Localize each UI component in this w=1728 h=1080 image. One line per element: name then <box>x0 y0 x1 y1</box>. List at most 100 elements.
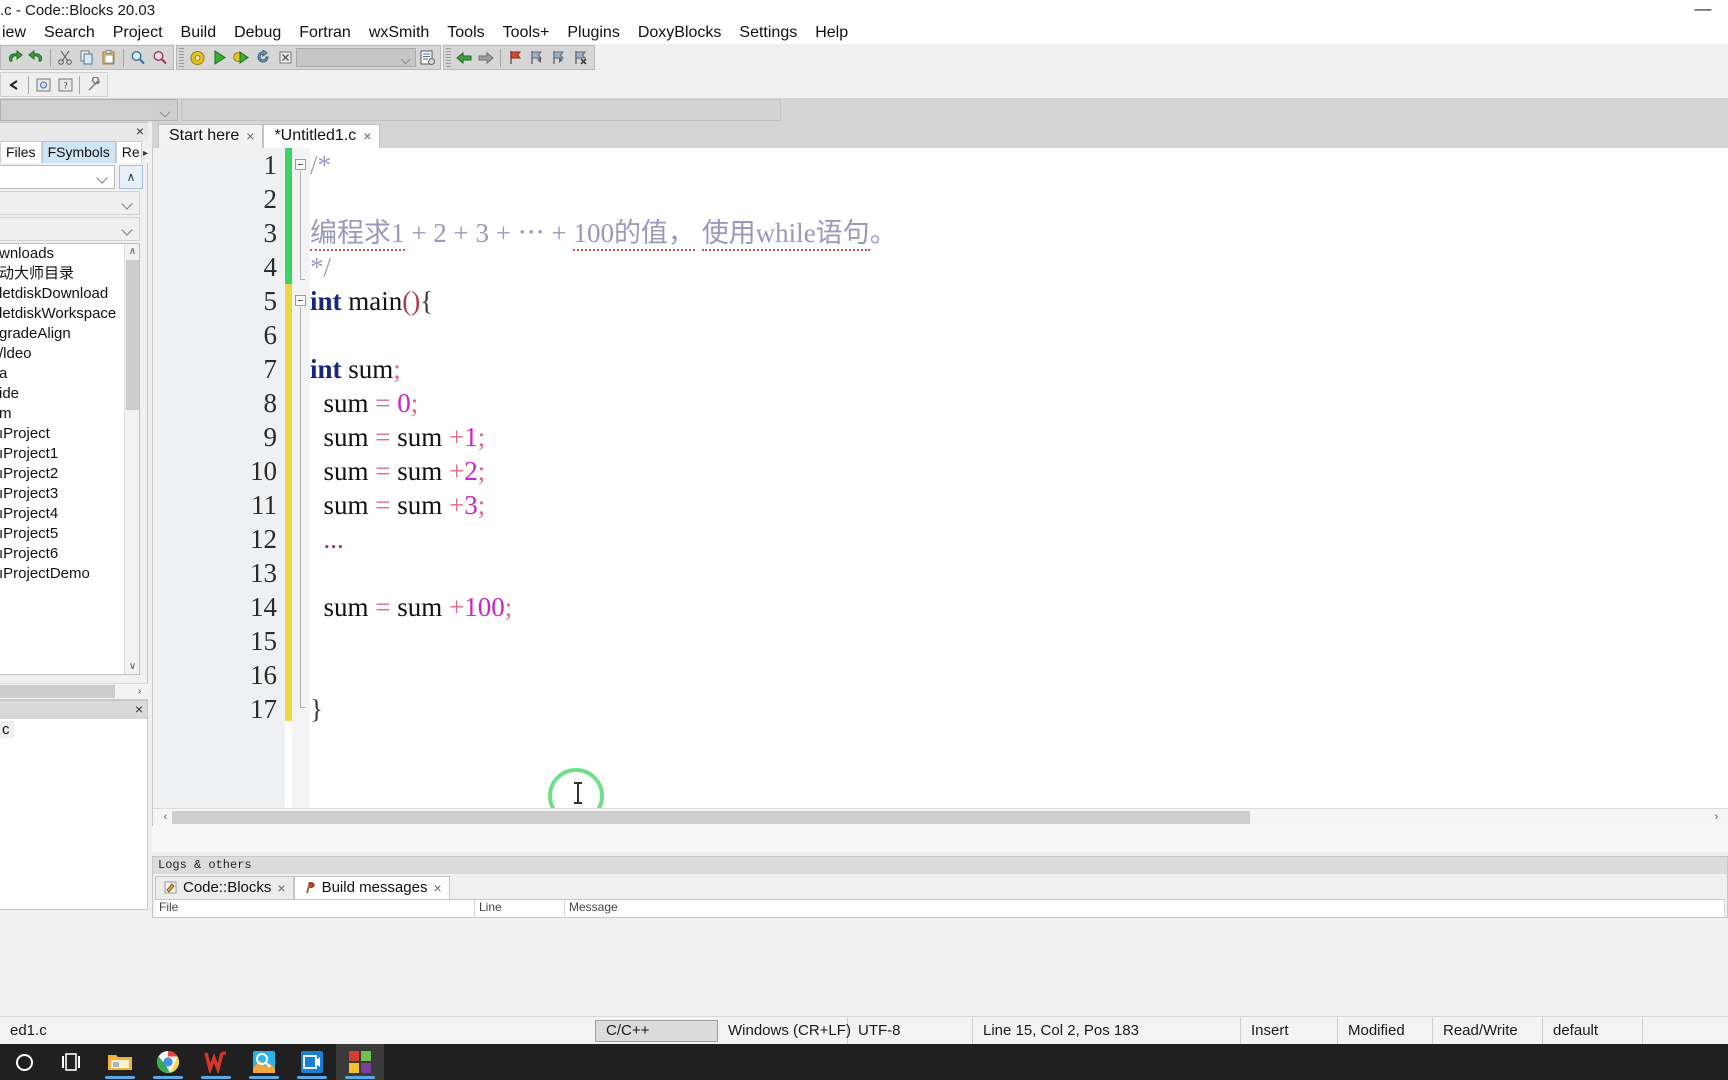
code-line[interactable]: int main(){ <box>310 284 1728 318</box>
scroll-down-icon[interactable]: ∨ <box>125 659 139 674</box>
column-header-line[interactable]: Line <box>475 900 565 918</box>
abort-icon[interactable] <box>274 47 296 68</box>
list-item[interactable]: wnloads <box>0 244 139 264</box>
symbols-view-combo[interactable] <box>0 217 140 241</box>
file-tree[interactable]: wnloads 动大师目录 letdiskDownload letdiskWor… <box>0 243 140 675</box>
list-item[interactable]: letdiskDownload <box>0 284 139 304</box>
close-icon[interactable]: × <box>433 880 441 896</box>
list-item[interactable]: c <box>0 721 14 738</box>
tab-scroll-icon[interactable]: ▸ <box>143 148 148 163</box>
tab-build-messages[interactable]: Build messages × <box>293 876 450 899</box>
fold-margin[interactable] <box>292 148 310 826</box>
back-icon[interactable] <box>453 47 475 68</box>
file-tree-horizontal-scrollbar[interactable]: › <box>0 683 148 699</box>
build-messages-grid[interactable]: File Line Message <box>155 899 1725 918</box>
code-line[interactable]: sum = sum +1; <box>310 420 1728 454</box>
file-tree-vertical-scrollbar[interactable]: ∧ ∨ <box>124 244 139 674</box>
menu-item-doxyblocks[interactable]: DoxyBlocks <box>629 22 731 44</box>
run-icon[interactable] <box>208 47 230 68</box>
code-line[interactable]: sum = sum +3; <box>310 488 1728 522</box>
fold-toggle-line-1[interactable] <box>295 159 306 170</box>
paste-icon[interactable] <box>98 47 120 68</box>
menu-item-fortran[interactable]: Fortran <box>290 22 360 44</box>
code-line[interactable]: 编程求1 + 2 + 3 + ⋯ + 100的值， 使用while语句。 <box>310 216 1728 251</box>
list-item[interactable]: ıProject3 <box>0 484 139 504</box>
menu-item-debug[interactable]: Debug <box>225 22 290 44</box>
function-combo[interactable] <box>181 99 781 121</box>
menu-item-view[interactable]: iew <box>0 22 35 44</box>
tab-codeblocks-log[interactable]: Code::Blocks × <box>155 876 294 899</box>
previous-bookmark-icon[interactable] <box>526 47 548 68</box>
list-item[interactable]: /ldeo <box>0 344 139 364</box>
list-item[interactable]: ıProjectDemo <box>0 564 139 584</box>
toolbar-grip[interactable] <box>446 48 451 67</box>
list-item[interactable]: ıProject1 <box>0 444 139 464</box>
code-line[interactable]: sum = sum +100; <box>310 590 1728 624</box>
scroll-right-icon[interactable]: › <box>132 684 147 699</box>
menu-item-project[interactable]: Project <box>104 22 172 44</box>
menu-item-build[interactable]: Build <box>172 22 226 44</box>
build-icon[interactable] <box>186 47 208 68</box>
cut-icon[interactable] <box>54 47 76 68</box>
menu-item-tools[interactable]: Tools <box>438 22 493 44</box>
editor-horizontal-scrollbar[interactable]: ‹ › <box>153 808 1728 826</box>
list-item[interactable]: ıProject6 <box>0 544 139 564</box>
list-item[interactable]: letdiskWorkspace <box>0 304 139 324</box>
debug-info-icon[interactable] <box>32 74 54 95</box>
code-line[interactable] <box>310 624 1728 658</box>
build-target-combo[interactable] <box>296 48 416 67</box>
list-item[interactable]: a <box>0 364 139 384</box>
redo-icon[interactable] <box>25 47 47 68</box>
chrome-icon[interactable] <box>144 1044 192 1080</box>
scroll-right-icon[interactable]: › <box>1708 809 1725 826</box>
menu-item-tools-plus[interactable]: Tools+ <box>494 22 559 44</box>
code-line[interactable]: */ <box>310 250 1728 284</box>
build-and-run-icon[interactable] <box>230 47 252 68</box>
debug-continue-icon[interactable] <box>3 74 25 95</box>
menu-item-wxsmith[interactable]: wxSmith <box>360 22 438 44</box>
list-item[interactable]: ıProject4 <box>0 504 139 524</box>
find-icon[interactable] <box>127 47 149 68</box>
list-item[interactable]: m <box>0 404 139 424</box>
scrollbar-thumb[interactable] <box>0 685 115 698</box>
tab-files[interactable]: Files <box>0 141 42 163</box>
tab-start-here[interactable]: Start here × <box>158 124 264 148</box>
column-header-message[interactable]: Message <box>565 900 1725 918</box>
list-item[interactable]: ıProject2 <box>0 464 139 484</box>
list-item[interactable]: ide <box>0 384 139 404</box>
symbols-filter-combo[interactable] <box>0 191 140 215</box>
codeblocks-icon[interactable] <box>336 1044 384 1080</box>
forward-icon[interactable] <box>475 47 497 68</box>
close-icon[interactable]: × <box>135 701 143 717</box>
code-line[interactable]: int sum; <box>310 352 1728 386</box>
fold-toggle-line-5[interactable] <box>295 295 306 306</box>
tab-fsymbols[interactable]: FSymbols <box>41 141 116 163</box>
list-item[interactable]: 动大师目录 <box>0 264 139 284</box>
cortana-icon[interactable] <box>0 1044 48 1080</box>
symbols-scope-combo[interactable] <box>0 165 115 189</box>
scroll-up-icon[interactable]: ∧ <box>125 244 139 259</box>
code-line[interactable] <box>310 182 1728 216</box>
clear-bookmarks-icon[interactable] <box>570 47 592 68</box>
close-icon[interactable]: × <box>246 128 254 144</box>
debug-help-icon[interactable]: ? <box>54 74 76 95</box>
code-line[interactable]: ... <box>310 522 1728 556</box>
file-explorer-icon[interactable] <box>96 1044 144 1080</box>
scope-combo[interactable] <box>0 99 178 121</box>
video-player-icon[interactable] <box>288 1044 336 1080</box>
copy-icon[interactable] <box>76 47 98 68</box>
close-icon[interactable]: × <box>136 123 144 139</box>
minimize-button[interactable]: — <box>1688 0 1718 20</box>
tab-resources[interactable]: Re <box>115 141 142 163</box>
tab-untitled1-c[interactable]: *Untitled1.c × <box>263 124 381 148</box>
code-line[interactable]: sum = 0; <box>310 386 1728 420</box>
code-line[interactable] <box>310 658 1728 692</box>
code-line[interactable]: /* <box>310 148 1728 182</box>
toggle-bookmark-icon[interactable] <box>504 47 526 68</box>
close-icon[interactable]: × <box>363 128 371 144</box>
task-view-icon[interactable] <box>48 1044 96 1080</box>
scrollbar-thumb[interactable] <box>126 260 139 410</box>
code-text-area[interactable]: /* 编程求1 + 2 + 3 + ⋯ + 100的值， 使用while语句。 … <box>310 148 1728 826</box>
column-header-file[interactable]: File <box>155 900 475 918</box>
symbols-up-button[interactable]: ∧ <box>119 165 143 189</box>
